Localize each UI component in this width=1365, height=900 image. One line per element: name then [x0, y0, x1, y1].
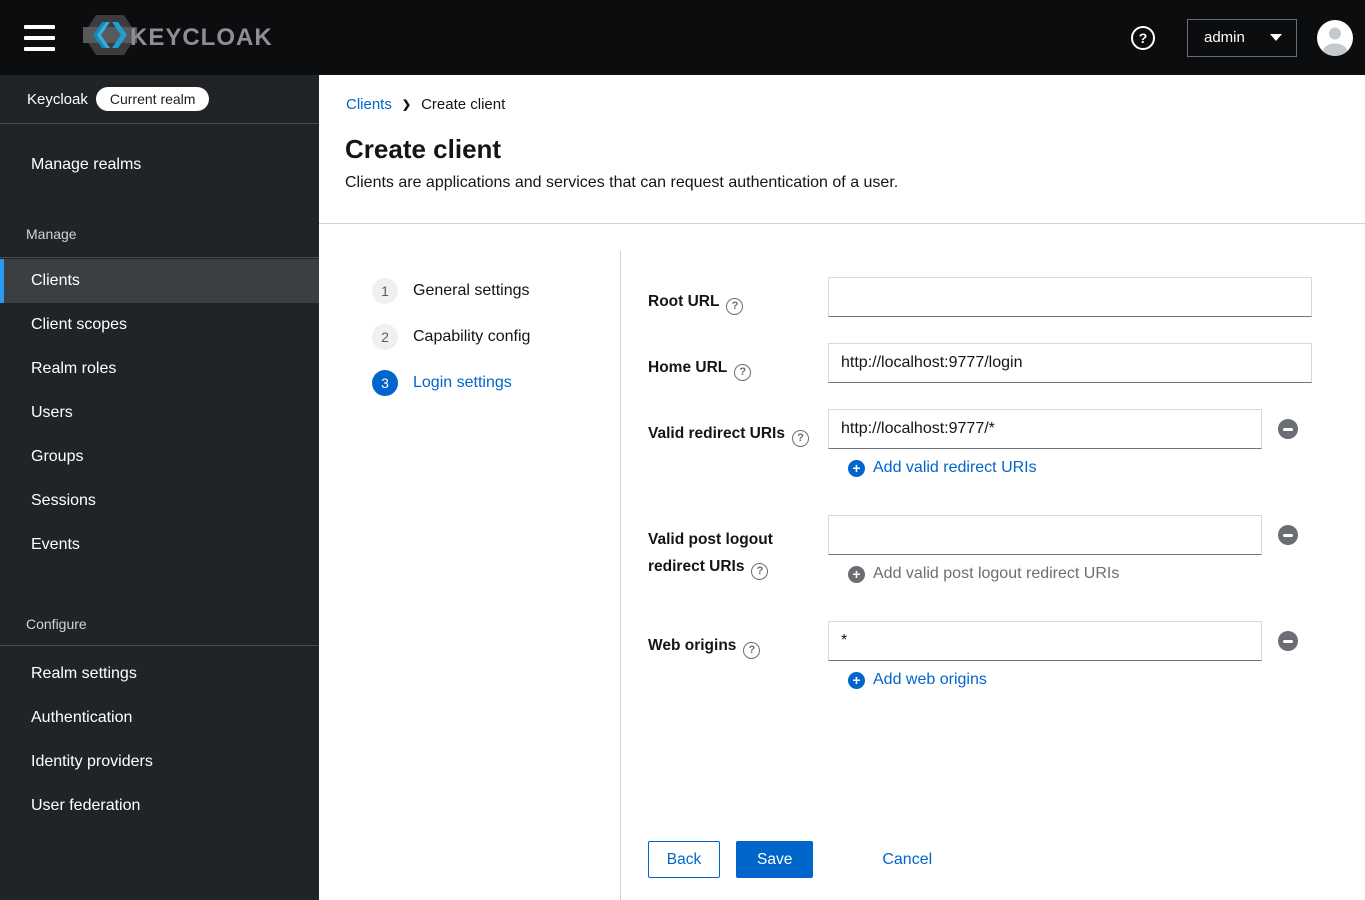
- form-row-root-url: Root URL?: [648, 277, 1338, 317]
- sidebar-item-user-federation[interactable]: User federation: [0, 784, 319, 828]
- user-menu-dropdown[interactable]: admin: [1187, 18, 1297, 57]
- web-origins-label: Web origins: [648, 637, 737, 654]
- breadcrumb-clients-link[interactable]: Clients: [346, 96, 392, 113]
- sidebar-item-groups[interactable]: Groups: [0, 435, 319, 479]
- help-icon[interactable]: ?: [734, 364, 752, 381]
- root-url-input[interactable]: [828, 277, 1312, 317]
- plus-circle-icon: +: [848, 565, 865, 583]
- web-origin-input[interactable]: [828, 621, 1262, 661]
- wizard-footer: Back Save Cancel: [648, 841, 932, 878]
- form-row-home-url: Home URL?: [648, 343, 1338, 383]
- sidebar-item-events[interactable]: Events: [0, 523, 319, 567]
- nav-toggle-hamburger-icon[interactable]: [24, 24, 55, 51]
- wizard-nav-divider: [620, 251, 621, 900]
- valid-redirect-uri-input[interactable]: [828, 409, 1262, 449]
- wizard-step-general-settings[interactable]: 1 General settings: [372, 278, 530, 304]
- chevron-right-icon: ❯: [401, 99, 412, 111]
- add-web-origins-button[interactable]: + Add web origins: [848, 670, 987, 690]
- breadcrumb: Clients ❯ Create client: [346, 96, 505, 113]
- valid-post-logout-redirect-uri-input[interactable]: [828, 515, 1262, 555]
- sidebar-section-configure: Configure: [26, 616, 87, 632]
- main-content: Clients ❯ Create client Create client Cl…: [319, 75, 1365, 900]
- sidebar-divider: [0, 257, 319, 258]
- remove-post-logout-uri-icon[interactable]: [1278, 525, 1298, 545]
- home-url-input[interactable]: [828, 343, 1312, 383]
- step-number-badge: 3: [372, 370, 398, 396]
- realm-selector[interactable]: Keycloak Current realm: [0, 75, 319, 124]
- help-icon[interactable]: ?: [791, 430, 809, 447]
- step-number-badge: 1: [372, 278, 398, 304]
- valid-redirect-uris-label: Valid redirect URIs: [648, 425, 785, 442]
- help-icon[interactable]: ?: [751, 563, 769, 580]
- form-row-valid-redirect-uris: Valid redirect URIs? + Add valid redirec…: [648, 409, 1338, 478]
- root-url-label: Root URL: [648, 293, 720, 310]
- current-realm-badge: Current realm: [95, 87, 210, 111]
- sidebar-item-client-scopes[interactable]: Client scopes: [0, 303, 319, 347]
- masthead: KEYCLOAK ? admin: [0, 0, 1365, 75]
- brand-text: KEYCLOAK: [130, 23, 273, 51]
- step-number-badge: 2: [372, 324, 398, 350]
- breadcrumb-current: Create client: [421, 96, 506, 113]
- plus-circle-icon: +: [848, 671, 865, 689]
- sidebar-item-realm-settings[interactable]: Realm settings: [0, 652, 319, 696]
- step-label: Capability config: [413, 328, 531, 345]
- help-icon[interactable]: ?: [726, 298, 744, 315]
- sidebar-item-realm-roles[interactable]: Realm roles: [0, 347, 319, 391]
- step-label: General settings: [413, 282, 530, 299]
- add-valid-post-logout-redirect-uris-button[interactable]: + Add valid post logout redirect URIs: [848, 564, 1119, 584]
- wizard-step-login-settings[interactable]: 3 Login settings: [372, 370, 530, 396]
- sidebar: Keycloak Current realm Manage realms Man…: [0, 75, 319, 900]
- sidebar-section-manage: Manage: [26, 226, 77, 242]
- sidebar-item-identity-providers[interactable]: Identity providers: [0, 740, 319, 784]
- save-button[interactable]: Save: [736, 841, 814, 878]
- header-divider: [319, 223, 1365, 224]
- user-menu-label: admin: [1204, 29, 1245, 46]
- home-url-label: Home URL: [648, 359, 728, 376]
- sidebar-item-users[interactable]: Users: [0, 391, 319, 435]
- form-row-web-origins: Web origins? + Add web origins: [648, 621, 1338, 690]
- keycloak-logo[interactable]: KEYCLOAK: [82, 12, 273, 63]
- sidebar-divider: [0, 645, 319, 646]
- form-row-valid-post-logout-redirect-uris: Valid post logout redirect URIs? + Add v…: [648, 515, 1338, 584]
- sidebar-item-clients[interactable]: Clients: [0, 259, 319, 303]
- cancel-button[interactable]: Cancel: [882, 841, 932, 878]
- remove-web-origin-icon[interactable]: [1278, 631, 1298, 651]
- chevron-down-icon: [1270, 34, 1282, 41]
- sidebar-item-authentication[interactable]: Authentication: [0, 696, 319, 740]
- sidebar-item-sessions[interactable]: Sessions: [0, 479, 319, 523]
- wizard-steps: 1 General settings 2 Capability config 3…: [372, 278, 530, 416]
- remove-redirect-uri-icon[interactable]: [1278, 419, 1298, 439]
- login-settings-form: Root URL? Home URL? Valid redirect URI: [648, 277, 1338, 690]
- avatar[interactable]: [1317, 19, 1353, 56]
- sidebar-item-manage-realms[interactable]: Manage realms: [0, 147, 319, 183]
- wizard-step-capability-config[interactable]: 2 Capability config: [372, 324, 530, 350]
- help-icon[interactable]: ?: [743, 642, 761, 659]
- page-title: Create client: [345, 134, 502, 164]
- step-label: Login settings: [413, 374, 512, 391]
- add-valid-redirect-uris-button[interactable]: + Add valid redirect URIs: [848, 458, 1037, 478]
- plus-circle-icon: +: [848, 459, 865, 477]
- realm-name: Keycloak: [27, 90, 88, 108]
- page-subtitle: Clients are applications and services th…: [345, 174, 899, 191]
- help-icon[interactable]: ?: [1131, 25, 1155, 50]
- back-button[interactable]: Back: [648, 841, 720, 878]
